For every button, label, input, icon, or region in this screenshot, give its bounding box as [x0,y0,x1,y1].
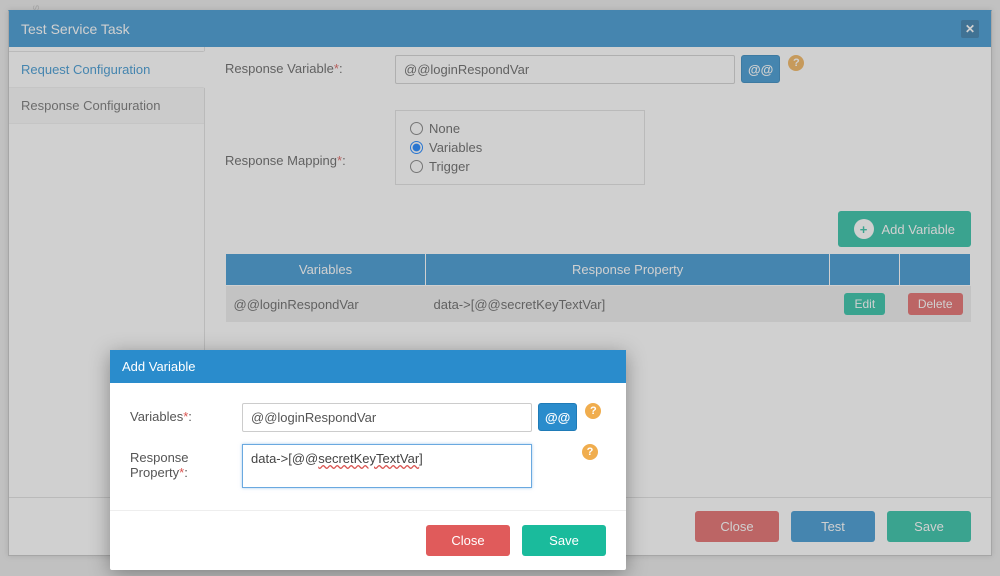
add-variable-dialog-header: Add Variable [110,350,626,383]
at-button-sub-variables[interactable]: @@ [538,403,577,431]
add-variable-dialog-footer: Close Save [110,510,626,570]
add-variable-dialog: Add Variable Variables*: @@ ? Response P… [110,350,626,570]
sub-response-property-label: Response Property*: [130,444,242,480]
sub-response-property-row: Response Property*: data->[@@secretKeyTe… [130,444,606,488]
help-icon[interactable]: ? [582,444,598,460]
sub-variables-input[interactable] [242,403,532,432]
sub-variables-row: Variables*: @@ ? [130,403,606,432]
sub-response-property-input[interactable]: data->[@@secretKeyTextVar] [242,444,532,488]
sub-close-button[interactable]: Close [426,525,510,556]
sub-variables-label: Variables*: [130,403,242,424]
help-icon[interactable]: ? [585,403,601,419]
sub-save-button[interactable]: Save [522,525,606,556]
